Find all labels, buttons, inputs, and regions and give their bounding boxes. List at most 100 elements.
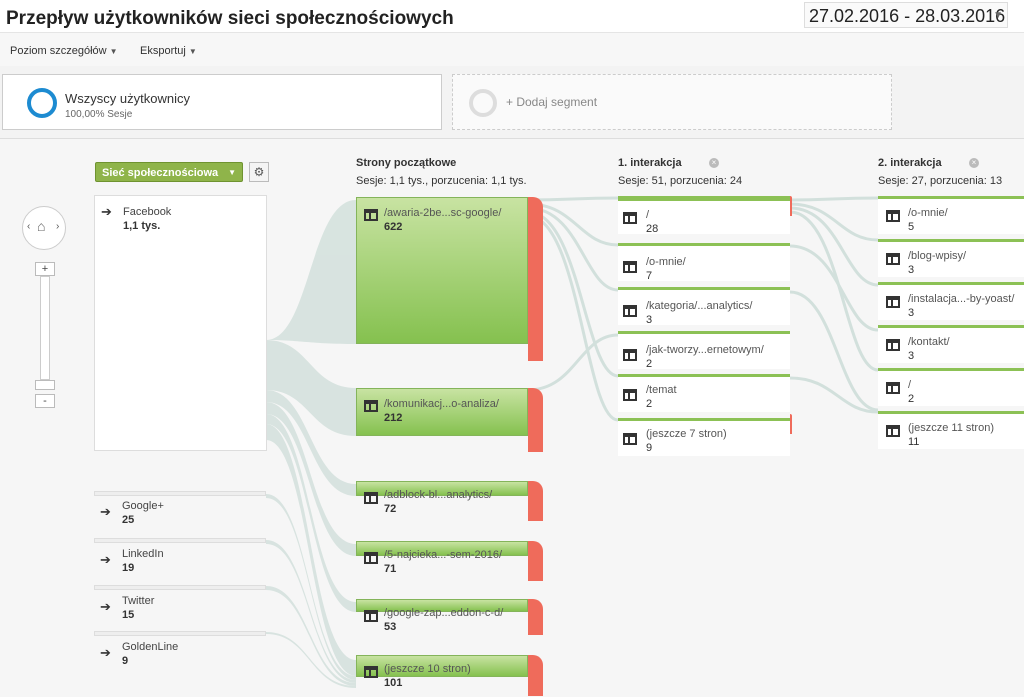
dropoff-bar[interactable] — [528, 541, 543, 581]
source-node-linkedin[interactable]: ➔ LinkedIn 19 — [94, 544, 267, 580]
arrow-right-icon: ➔ — [100, 599, 111, 614]
node-label: /blog-wpisy/ — [908, 250, 967, 262]
node-value: 71 — [384, 563, 397, 575]
arrow-right-icon: ➔ — [100, 504, 111, 519]
source-node-twitter[interactable]: ➔ Twitter 15 — [94, 591, 267, 627]
dimension-selector[interactable]: Sieć społecznościowa ▼ — [95, 162, 243, 182]
page-icon — [623, 433, 637, 445]
close-icon[interactable]: × — [969, 158, 979, 168]
source-node-googleplus[interactable]: ➔ Google+ 25 — [94, 496, 267, 532]
node-label: /o-mnie/ — [908, 207, 948, 219]
interaction2-node[interactable]: /o-mnie/ 5 — [878, 196, 1024, 234]
source-label: LinkedIn — [122, 548, 164, 560]
node-value: 101 — [384, 677, 403, 689]
source-bar — [94, 585, 266, 590]
zoom-in-button[interactable]: + — [35, 262, 55, 276]
page-icon — [886, 253, 900, 265]
dropoff-bar[interactable] — [790, 196, 792, 216]
start-page-node[interactable]: /awaria-2be...sc-google/ 622 — [356, 197, 528, 344]
chevron-right-icon[interactable]: › — [56, 221, 59, 232]
chevron-left-icon[interactable]: ‹ — [27, 221, 30, 232]
node-value: 622 — [384, 221, 403, 233]
interaction2-node[interactable]: /instalacja...-by-yoast/ 3 — [878, 282, 1024, 320]
interaction1-node[interactable]: /kategoria/...analytics/ 3 — [618, 287, 790, 326]
page-icon — [364, 666, 378, 678]
node-value: 7 — [646, 270, 653, 282]
flow-band — [266, 200, 356, 344]
node-value: 3 — [646, 314, 653, 326]
dropoff-bar[interactable] — [528, 481, 543, 521]
page-icon — [886, 210, 900, 222]
start-page-node[interactable]: /komunikacj...o-analiza/ 212 — [356, 388, 528, 436]
source-value: 19 — [122, 562, 135, 574]
source-node-goldenline[interactable]: ➔ GoldenLine 9 — [94, 637, 267, 673]
node-value: 5 — [908, 221, 915, 233]
node-value: 3 — [908, 264, 915, 276]
dimension-label: Sieć społecznościowa — [102, 167, 219, 179]
node-value: 3 — [908, 350, 915, 362]
interaction1-node[interactable]: /temat 2 — [618, 374, 790, 412]
node-value: 72 — [384, 503, 397, 515]
zoom-slider-handle[interactable] — [35, 380, 55, 390]
start-page-node[interactable]: /google-zap...eddon-c-d/ 53 — [356, 599, 528, 633]
source-label: Facebook — [123, 206, 172, 218]
node-label: /google-zap...eddon-c-d/ — [384, 607, 504, 619]
gear-icon[interactable]: ⚙ — [249, 162, 269, 182]
source-node-facebook[interactable]: ➔ Facebook 1,1 tys. — [94, 195, 267, 451]
interaction2-node[interactable]: (jeszcze 11 stron) 11 — [878, 411, 1024, 449]
zoom-out-button[interactable]: - — [35, 394, 55, 408]
dropoff-bar[interactable] — [528, 197, 543, 361]
node-label: /o-mnie/ — [646, 256, 686, 268]
home-icon[interactable]: ⌂ — [37, 218, 45, 234]
node-value: 2 — [908, 393, 915, 405]
column-title-start: Strony początkowe — [356, 157, 457, 169]
dropoff-bar[interactable] — [528, 655, 543, 696]
start-page-node[interactable]: /5-najcieka...-sem-2016/ 71 — [356, 541, 528, 575]
dropoff-bar[interactable] — [528, 388, 543, 452]
page-icon — [886, 425, 900, 437]
interaction2-node[interactable]: /kontakt/ 3 — [878, 325, 1024, 363]
node-label: /temat — [646, 384, 677, 396]
source-value: 1,1 tys. — [123, 220, 161, 232]
source-label: Twitter — [122, 595, 155, 607]
dropoff-bar[interactable] — [790, 414, 792, 434]
start-page-node[interactable]: /adblock-bl...analytics/ 72 — [356, 481, 528, 515]
page-icon — [364, 492, 378, 504]
interaction1-node[interactable]: / 28 — [618, 196, 790, 235]
node-label: / — [908, 379, 912, 391]
page-icon — [623, 305, 637, 317]
source-value: 25 — [122, 514, 135, 526]
node-label: /jak-tworzy...ernetowym/ — [646, 344, 764, 356]
node-label: /adblock-bl...analytics/ — [384, 489, 493, 501]
home-pan-control[interactable]: ‹ ⌂ › — [22, 206, 66, 250]
interaction1-node[interactable]: /jak-tworzy...ernetowym/ 2 — [618, 331, 790, 370]
page-icon — [623, 212, 637, 224]
node-label: /komunikacj...o-analiza/ — [384, 398, 499, 410]
page-icon — [364, 610, 378, 622]
node-value: 28 — [646, 223, 659, 235]
node-label: (jeszcze 11 stron) — [908, 422, 994, 434]
source-bar — [94, 538, 266, 543]
interaction2-node[interactable]: /blog-wpisy/ 3 — [878, 239, 1024, 277]
page-icon — [886, 296, 900, 308]
close-icon[interactable]: × — [709, 158, 719, 168]
source-bar — [94, 631, 266, 636]
interaction2-node[interactable]: / 2 — [878, 368, 1024, 406]
node-label: /5-najcieka...-sem-2016/ — [384, 549, 502, 561]
node-label: (jeszcze 7 stron) — [646, 428, 727, 440]
interaction1-node[interactable]: /o-mnie/ 7 — [618, 243, 790, 282]
start-page-node[interactable]: (jeszcze 10 stron) 101 — [356, 655, 528, 689]
flow-line — [527, 196, 619, 202]
page-icon — [623, 349, 637, 361]
flow-line — [789, 244, 879, 332]
interaction1-node[interactable]: (jeszcze 7 stron) 9 — [618, 418, 790, 456]
page-icon — [623, 261, 637, 273]
node-label: /kontakt/ — [908, 336, 950, 348]
dropoff-bar[interactable] — [528, 599, 543, 635]
node-value: 2 — [646, 398, 653, 410]
node-value: 11 — [908, 436, 920, 448]
source-label: GoldenLine — [122, 641, 179, 653]
column-sub-i1: Sesje: 51, porzucenia: 24 — [618, 175, 743, 187]
page-icon — [364, 552, 378, 564]
zoom-slider-track[interactable] — [40, 276, 50, 380]
